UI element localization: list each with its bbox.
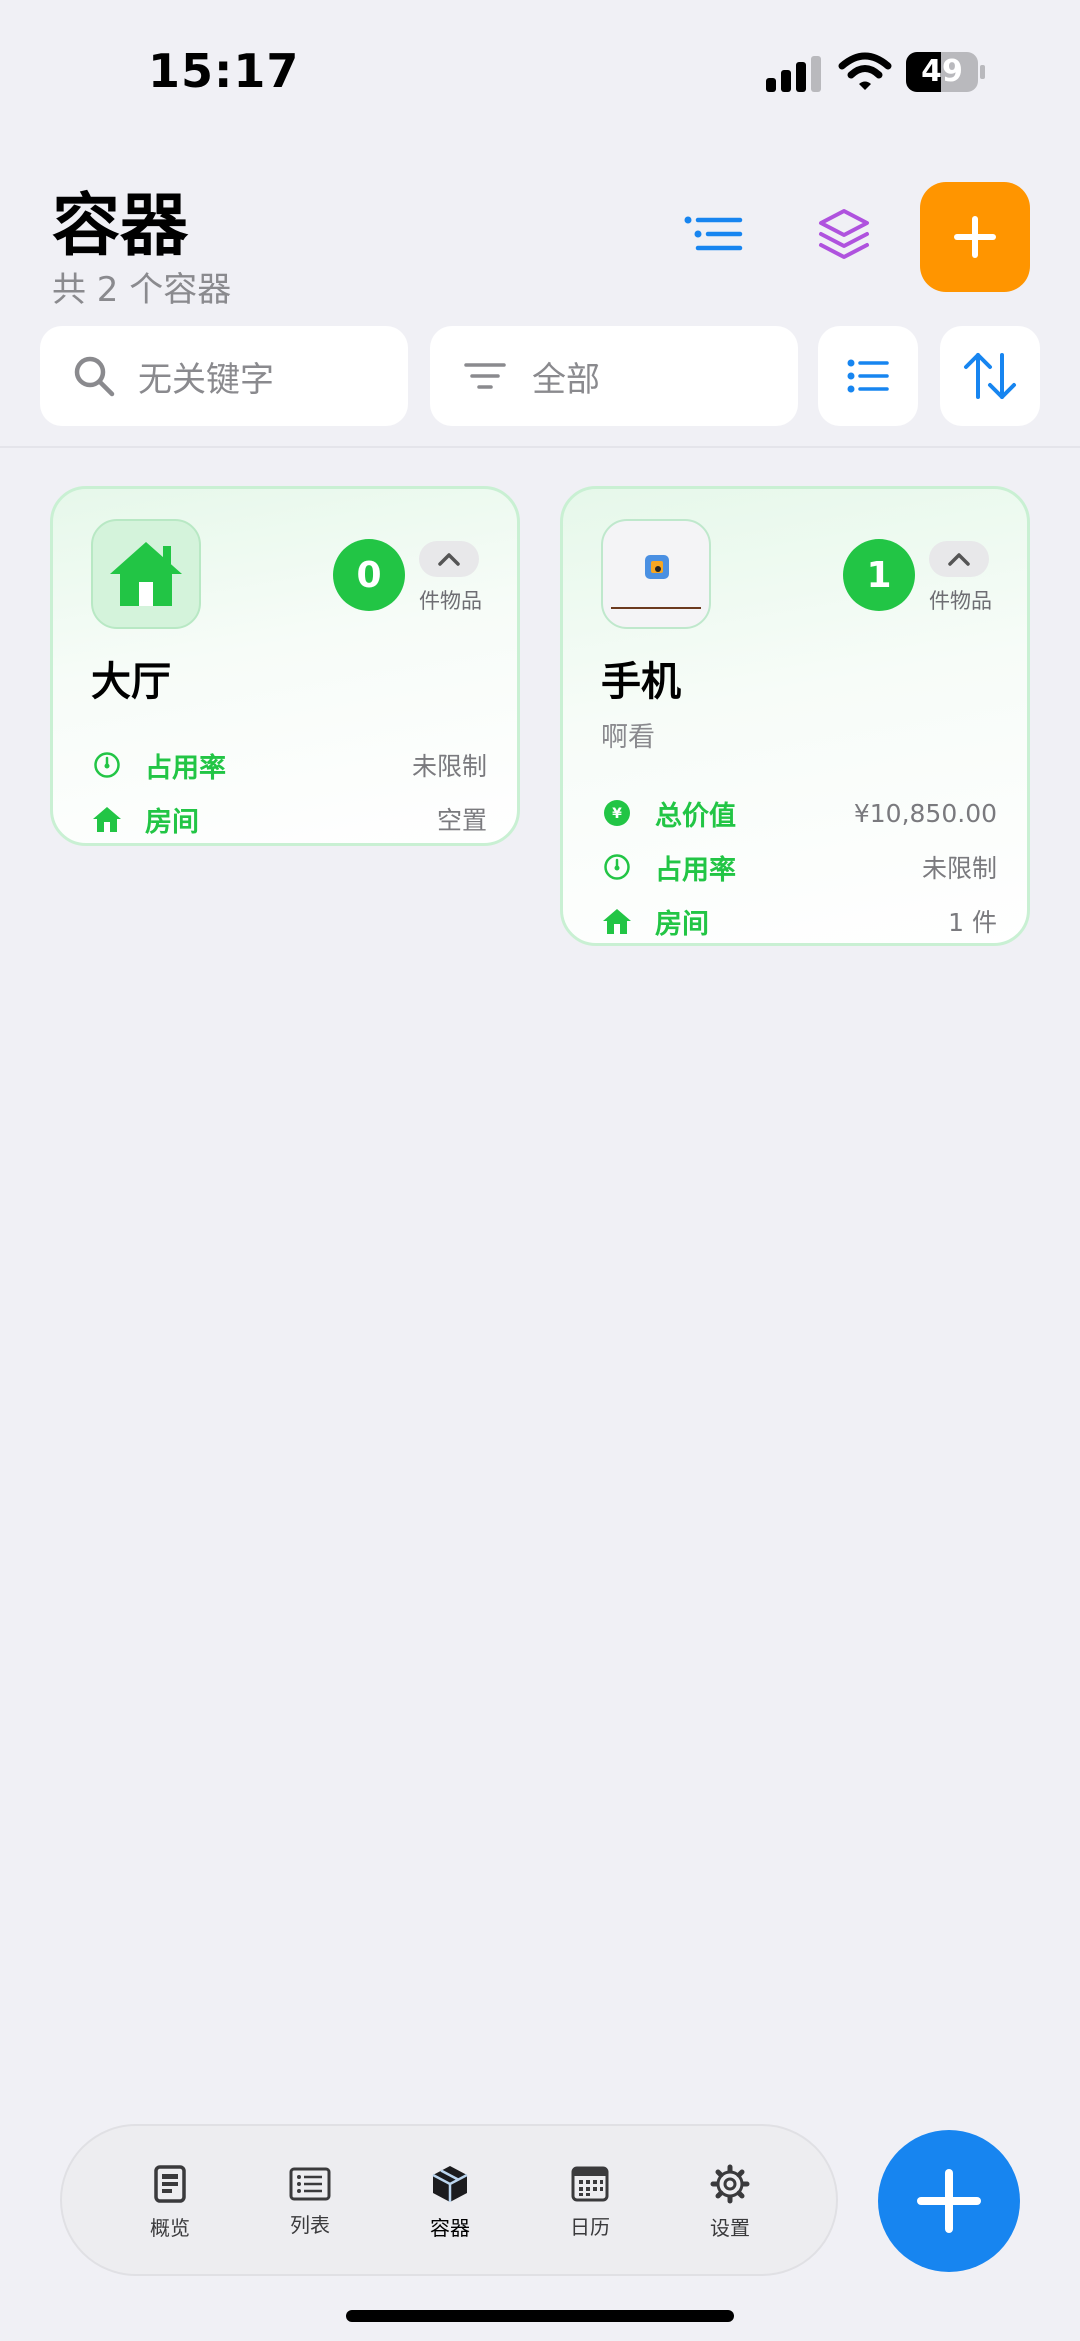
tab-label: 概览 (150, 2215, 190, 2240)
tab-label: 设置 (710, 2215, 750, 2240)
stat-row-occupancy: 占用率 未限制 (601, 845, 997, 889)
stat-row-room: 房间 空置 (91, 797, 487, 841)
container-count-subtitle: 共 2 个容器 (52, 270, 232, 310)
tab-list[interactable]: 列表 (250, 2126, 370, 2278)
stat-value: 1 件 (948, 908, 997, 937)
collapse-button[interactable] (419, 541, 479, 577)
gauge-icon (91, 749, 123, 781)
sort-button[interactable] (940, 326, 1040, 426)
outline-list-button[interactable] (674, 196, 754, 276)
tab-bar: 概览 列表 容器 日历 设置 (60, 2124, 838, 2276)
cellular-signal-icon (766, 56, 821, 92)
filter-label: 全部 (532, 359, 600, 400)
list-icon (847, 359, 889, 393)
house-icon (601, 905, 633, 937)
filter-icon (464, 363, 506, 389)
stat-row-total-value: ¥ 总价值 ¥10,850.00 (601, 791, 997, 835)
wifi-icon (838, 52, 892, 90)
plus-icon (917, 2169, 981, 2233)
stat-label: 占用率 (145, 752, 226, 784)
yen-circle-icon: ¥ (601, 797, 633, 829)
tab-calendar[interactable]: 日历 (530, 2126, 650, 2278)
tab-label: 列表 (290, 2212, 330, 2237)
container-name: 手机 (601, 659, 681, 705)
outline-list-icon (684, 216, 743, 251)
item-count-badge: 1 (843, 539, 915, 611)
header-divider (0, 446, 1080, 448)
sort-arrows-icon (964, 353, 1016, 399)
tab-overview[interactable]: 概览 (110, 2126, 230, 2278)
chevron-up-icon (438, 553, 460, 566)
tab-label: 容器 (430, 2215, 470, 2240)
stat-label: 房间 (655, 908, 709, 940)
layers-button[interactable] (804, 196, 884, 276)
list-view-button[interactable] (818, 326, 918, 426)
stat-value: ¥10,850.00 (853, 798, 997, 828)
search-icon (74, 356, 115, 397)
container-card[interactable]: 1 件物品 手机 啊看 ¥ 总价值 ¥10,850.00 占用率 未限制 房间 … (560, 486, 1030, 946)
stat-label: 占用率 (655, 854, 736, 886)
status-time: 15:17 (148, 44, 300, 98)
stat-label: 总价值 (655, 800, 736, 832)
stat-value: 未限制 (411, 752, 487, 781)
container-name: 大厅 (91, 659, 171, 705)
search-field[interactable]: 无关键字 (40, 326, 408, 426)
gear-icon (710, 2164, 750, 2203)
add-item-fab[interactable] (878, 2130, 1020, 2272)
stat-value: 未限制 (921, 854, 997, 883)
stat-row-room: 房间 1 件 (601, 899, 997, 943)
layers-icon (819, 209, 869, 259)
item-count-label: 件物品 (929, 589, 992, 613)
page-title: 容器 (52, 187, 189, 266)
tab-settings[interactable]: 设置 (670, 2126, 790, 2278)
plus-icon (954, 216, 996, 258)
stat-row-occupancy: 占用率 未限制 (91, 743, 487, 787)
filter-button[interactable]: 全部 (430, 326, 798, 426)
list-icon (289, 2167, 331, 2200)
container-card[interactable]: 0 件物品 大厅 占用率 未限制 房间 空置 (50, 486, 520, 846)
house-icon (110, 542, 182, 606)
container-description: 啊看 (601, 722, 655, 753)
tab-label: 日历 (570, 2214, 610, 2239)
svg-text:¥: ¥ (612, 806, 622, 822)
container-icon (91, 519, 201, 629)
battery-percent: 49 (921, 54, 963, 89)
search-placeholder: 无关键字 (138, 359, 274, 400)
add-container-button[interactable] (920, 182, 1030, 292)
calendar-icon (571, 2166, 609, 2201)
battery-indicator: 49 (906, 52, 985, 92)
box-icon (432, 2165, 468, 2202)
gauge-icon (601, 851, 633, 883)
home-indicator (346, 2310, 734, 2322)
tab-containers[interactable]: 容器 (390, 2126, 510, 2278)
phone-photo-icon (611, 555, 701, 609)
collapse-button[interactable] (929, 541, 989, 577)
stat-label: 房间 (145, 806, 199, 838)
item-count-badge: 0 (333, 539, 405, 611)
container-photo (601, 519, 711, 629)
item-count-label: 件物品 (419, 589, 482, 613)
document-icon (154, 2164, 186, 2203)
stat-value: 空置 (436, 806, 487, 835)
house-icon (91, 803, 123, 835)
chevron-up-icon (948, 553, 970, 566)
